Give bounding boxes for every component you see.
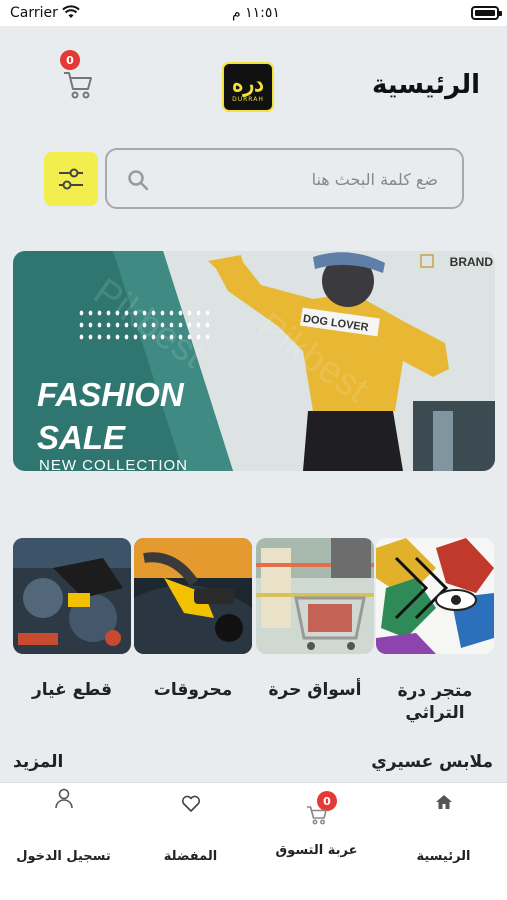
promo-banner[interactable]: DOG LOVER Pikbest Pikbest FASHION SALE N… <box>13 251 495 471</box>
category-label-duty-free: أسواق حرة <box>268 680 362 700</box>
nav-home[interactable]: الرئيسية <box>380 783 507 900</box>
app-logo: دره DURRAH <box>222 62 274 112</box>
see-more-link[interactable]: المزيد <box>13 752 63 772</box>
dot-pattern <box>77 307 212 345</box>
cart-count-badge: 0 <box>60 50 80 70</box>
banner-title-line2: SALE <box>37 419 126 456</box>
banner-title-line1: FASHION <box>37 376 184 413</box>
search-icon <box>128 170 149 191</box>
heritage-pattern-image <box>376 538 494 654</box>
nav-cart-label: عربة التسوق <box>275 843 358 858</box>
banner-brand: BRAND <box>449 255 493 269</box>
engine-parts-image <box>13 538 131 654</box>
category-card-parts[interactable] <box>13 538 131 654</box>
nav-cart[interactable]: 0 عربة التسوق <box>253 783 380 900</box>
shopping-cart-image <box>256 538 374 654</box>
nav-login-label: تسجيل الدخول <box>16 849 111 864</box>
filter-button[interactable] <box>44 152 98 206</box>
status-bar: Carrier ١١:٥١ م <box>0 0 507 26</box>
category-card-duty-free[interactable] <box>256 538 374 654</box>
banner-title: FASHION SALE <box>37 373 184 459</box>
banner-subtitle: NEW COLLECTION <box>39 457 189 471</box>
page-title: الرئيسية <box>371 70 480 100</box>
nav-home-label: الرئيسية <box>416 849 471 864</box>
section-title: ملابس عسيري <box>371 752 493 772</box>
category-label-heritage: متجر درة التراثي <box>397 681 473 723</box>
nav-favorites[interactable]: المفضلة <box>127 783 254 900</box>
cart-icon[interactable] <box>62 70 94 100</box>
sliders-icon <box>59 168 83 190</box>
search-input[interactable] <box>168 166 438 192</box>
user-icon <box>54 788 73 809</box>
logo-mark: دره <box>232 70 264 97</box>
fuel-pump-image <box>134 538 252 654</box>
home-icon <box>435 795 452 809</box>
wifi-icon <box>62 5 80 18</box>
category-label-parts: قطع غيار <box>32 680 112 700</box>
heart-icon <box>181 795 200 812</box>
logo-word: DURRAH <box>232 95 264 103</box>
cart-icon <box>306 806 327 825</box>
category-card-heritage[interactable] <box>376 538 494 654</box>
carrier-label: Carrier <box>10 5 58 21</box>
search-bar[interactable] <box>105 148 464 209</box>
bottom-nav: الرئيسية 0 عربة التسوق المفضلة تسجيل الد… <box>0 782 507 900</box>
nav-favorites-label: المفضلة <box>163 849 218 864</box>
nav-login[interactable]: تسجيل الدخول <box>0 783 127 900</box>
clock: ١١:٥١ م <box>232 5 280 21</box>
battery-icon <box>471 6 502 20</box>
category-card-fuel[interactable] <box>134 538 252 654</box>
category-label-fuel: محروقات <box>153 680 233 700</box>
